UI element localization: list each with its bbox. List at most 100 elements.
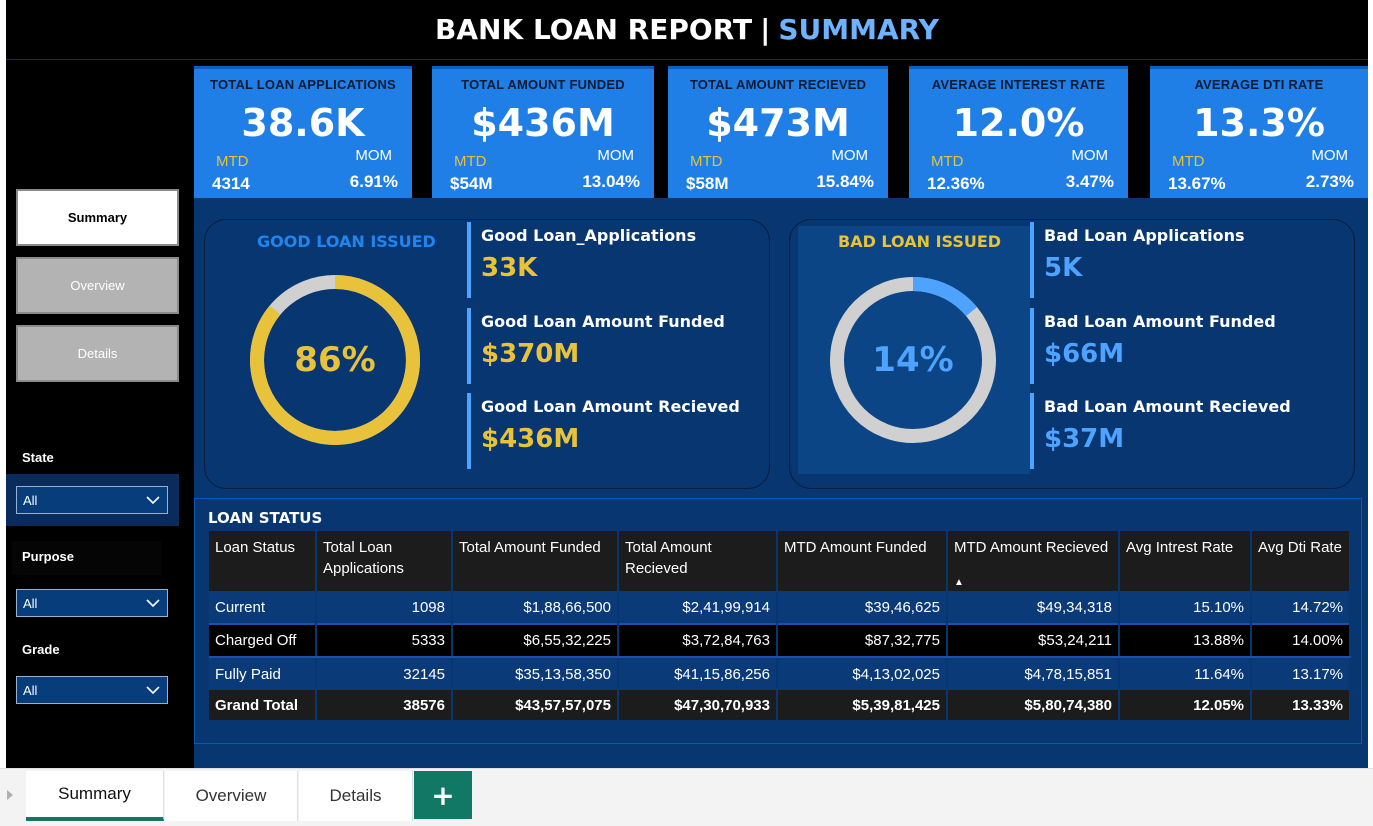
kpi-value: 38.6K xyxy=(241,101,365,145)
chevron-down-icon xyxy=(146,496,160,505)
stat-label: Bad Loan Amount Recieved xyxy=(1044,397,1291,416)
table-cell: 14.00% xyxy=(1251,623,1351,658)
purpose-filter-label: Purpose xyxy=(22,549,75,564)
state-filter-label: State xyxy=(22,450,54,465)
total-label-cell: Grand Total xyxy=(209,690,317,720)
report-header: BANK LOAN REPORT | SUMMARY xyxy=(6,0,1368,60)
bad-loan-received-stat: Bad Loan Amount Recieved $37M xyxy=(1030,393,1320,469)
loan-status-title: LOAN STATUS xyxy=(208,509,323,527)
table-cell: $4,78,15,851 xyxy=(947,657,1120,690)
table-cell: $2,41,99,914 xyxy=(618,591,778,624)
column-header[interactable]: Total Loan Applications xyxy=(316,531,453,591)
kpi-mom-label: MOM xyxy=(597,147,634,164)
kpi-value: 12.0% xyxy=(952,101,1085,145)
kpi-mtd-value: 12.36% xyxy=(927,174,985,193)
stat-value: $370M xyxy=(481,339,580,369)
stat-value: 5K xyxy=(1044,253,1083,283)
kpi-value: 13.3% xyxy=(1193,101,1325,145)
good-loan-percent: 86% xyxy=(294,340,376,380)
table-cell: 14.72% xyxy=(1251,591,1351,624)
column-header[interactable]: Total Amount Funded xyxy=(452,531,619,591)
kpi-mom-value: 3.47% xyxy=(1065,172,1114,191)
grade-filter-value: All xyxy=(23,682,38,698)
kpi-title: AVERAGE DTI RATE xyxy=(1194,77,1324,92)
sort-ascending-icon: ▲ xyxy=(954,577,964,588)
table-cell: $35,13,58,350 xyxy=(452,657,619,690)
chevron-down-icon xyxy=(146,686,160,695)
kpi-mom-value: 15.84% xyxy=(816,172,874,191)
purpose-filter-value: All xyxy=(23,595,38,611)
column-header[interactable]: Loan Status xyxy=(209,531,317,591)
table-header-row: Loan Status Total Loan Applications Tota… xyxy=(209,531,1351,591)
bad-loan-title: BAD LOAN ISSUED xyxy=(838,232,1002,251)
table-cell: 13.88% xyxy=(1119,623,1252,658)
table-cell: $87,32,775 xyxy=(777,623,948,658)
stat-value: $436M xyxy=(481,424,580,454)
table-cell: 32145 xyxy=(316,657,453,690)
table-body: Current 1098 $1,88,66,500 $2,41,99,914 $39,4… xyxy=(209,591,1351,720)
row-label-cell: Current xyxy=(209,591,317,624)
state-filter-value: All xyxy=(23,492,38,508)
total-cell: 38576 xyxy=(316,690,453,720)
total-cell: 12.05% xyxy=(1119,690,1252,720)
kpi-mom-label: MOM xyxy=(1311,147,1348,164)
add-page-button[interactable]: + xyxy=(414,771,472,819)
app-canvas: BANK LOAN REPORT | SUMMARY Summary Overv… xyxy=(0,0,1373,826)
kpi-mom-value: 13.04% xyxy=(582,172,640,191)
table-cell: $1,88,66,500 xyxy=(452,591,619,624)
page-tab-details[interactable]: Details xyxy=(299,771,413,821)
table-cell: 15.10% xyxy=(1119,591,1252,624)
stat-value: $37M xyxy=(1044,424,1125,454)
table-cell: 11.64% xyxy=(1119,657,1252,690)
state-filter-dropdown[interactable]: All xyxy=(16,486,168,514)
kpi-mom-label: MOM xyxy=(355,147,392,164)
column-header[interactable]: MTD Amount Funded xyxy=(777,531,948,591)
table-row[interactable]: Charged Off 5333 $6,55,32,225 $3,72,84,763 $… xyxy=(209,623,1351,658)
column-header-sorted[interactable]: MTD Amount Recieved ▲ xyxy=(947,531,1120,591)
scroll-left-icon[interactable] xyxy=(6,789,14,801)
page-tab-overview[interactable]: Overview xyxy=(165,771,298,821)
column-header[interactable]: Total Amount Recieved xyxy=(618,531,778,591)
good-loan-panel: GOOD LOAN ISSUED 86% Good Loan_Applicati… xyxy=(204,219,770,489)
kpi-mtd-value: $54M xyxy=(450,174,493,193)
page-tab-summary[interactable]: Summary xyxy=(26,771,164,821)
purpose-filter-dropdown[interactable]: All xyxy=(16,589,168,617)
grand-total-row: Grand Total 38576 $43,57,57,075 $47,30,70,9… xyxy=(209,690,1351,720)
good-loan-applications-stat: Good Loan_Applications 33K xyxy=(467,222,757,298)
stat-label: Bad Loan Amount Funded xyxy=(1044,312,1276,331)
kpi-mtd-value: 13.67% xyxy=(1168,174,1226,193)
bad-loan-panel: BAD LOAN ISSUED 14% Bad Loan Application… xyxy=(789,219,1355,489)
kpi-title: TOTAL AMOUNT FUNDED xyxy=(461,77,625,92)
kpi-card-total-funded: TOTAL AMOUNT FUNDED $436M MTD MOM $54M 1… xyxy=(432,66,654,198)
total-cell: $5,39,81,425 xyxy=(777,690,948,720)
page-tab-bar: Summary Overview Details + xyxy=(0,768,1373,826)
table-cell: $3,72,84,763 xyxy=(618,623,778,658)
nav-details-button[interactable]: Details xyxy=(16,325,179,382)
kpi-card-avg-interest: AVERAGE INTEREST RATE 12.0% MTD MOM 12.3… xyxy=(909,66,1128,198)
stat-label: Bad Loan Applications xyxy=(1044,226,1245,245)
table-row[interactable]: Current 1098 $1,88,66,500 $2,41,99,914 $39,4… xyxy=(209,591,1351,624)
report-subtitle: SUMMARY xyxy=(778,13,939,46)
grade-filter-dropdown[interactable]: All xyxy=(16,676,168,704)
kpi-title: TOTAL AMOUNT RECIEVED xyxy=(689,77,867,92)
kpi-value: $473M xyxy=(706,101,850,145)
table-row[interactable]: Fully Paid 32145 $35,13,58,350 $41,15,86,25… xyxy=(209,657,1351,690)
table-cell: 5333 xyxy=(316,623,453,658)
table-cell: $6,55,32,225 xyxy=(452,623,619,658)
column-header[interactable]: Avg Intrest Rate xyxy=(1119,531,1252,591)
nav-overview-button[interactable]: Overview xyxy=(16,257,179,314)
table-cell: $53,24,211 xyxy=(947,623,1120,658)
kpi-mtd-label: MTD xyxy=(931,153,964,170)
table-cell: $39,46,625 xyxy=(777,591,948,624)
row-label-cell: Charged Off xyxy=(209,623,317,658)
stat-value: $66M xyxy=(1044,339,1125,369)
total-cell: 13.33% xyxy=(1251,690,1351,720)
column-header-label: MTD Amount Recieved xyxy=(954,539,1109,556)
nav-summary-button[interactable]: Summary xyxy=(16,189,179,246)
bad-loan-funded-stat: Bad Loan Amount Funded $66M xyxy=(1030,308,1320,384)
kpi-title: AVERAGE INTEREST RATE xyxy=(931,77,1106,92)
report-title: BANK LOAN REPORT xyxy=(435,13,753,46)
row-label-cell: Fully Paid xyxy=(209,657,317,690)
column-header[interactable]: Avg Dti Rate xyxy=(1251,531,1351,591)
stat-label: Good Loan Amount Recieved xyxy=(481,397,740,416)
